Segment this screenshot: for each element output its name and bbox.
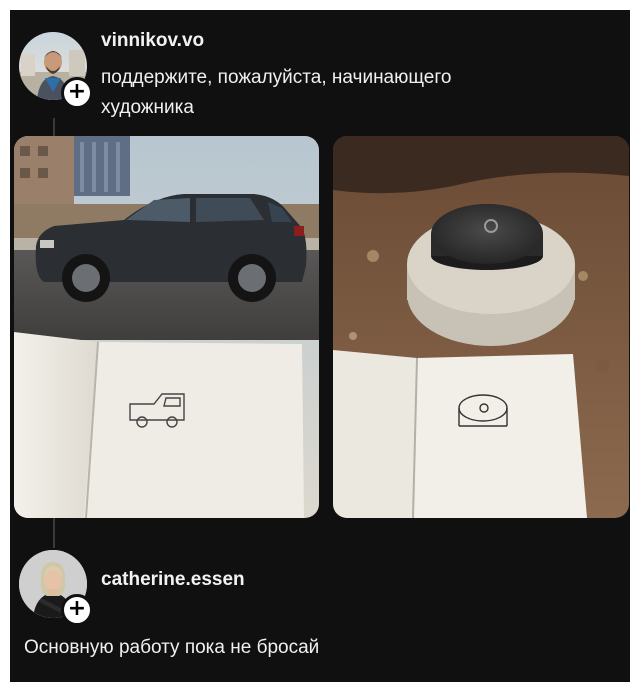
post-image-manhole[interactable]	[333, 136, 629, 518]
plus-icon: +	[67, 79, 87, 104]
thread-screen: + vinnikov.vo поддержите, пожалуйста, на…	[10, 10, 630, 682]
thread-connector-line	[53, 118, 55, 136]
post-username[interactable]: vinnikov.vo	[101, 30, 204, 52]
plus-icon: +	[67, 596, 87, 621]
post-image-car[interactable]	[14, 136, 319, 518]
thread-connector-line	[53, 518, 55, 548]
reply-text: Основную работу пока не бросай	[24, 637, 320, 658]
post-text: поддержите, пожалуйста, начинающего худо…	[101, 67, 452, 118]
follow-button[interactable]: +	[61, 77, 93, 109]
follow-button[interactable]: +	[61, 594, 93, 626]
reply-username[interactable]: catherine.essen	[101, 569, 245, 591]
